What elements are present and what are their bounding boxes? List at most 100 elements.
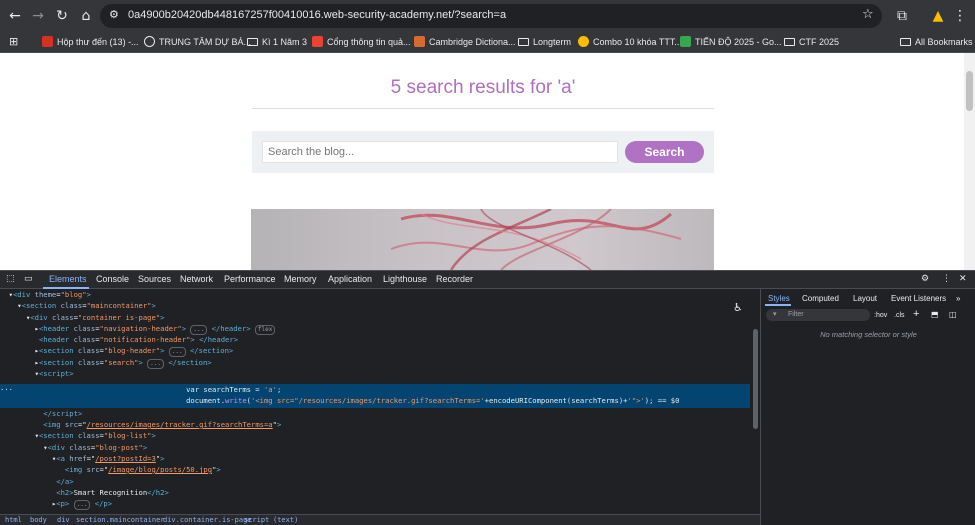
crumb-body[interactable]: body [30,516,47,524]
dom-node[interactable]: ▾<section class="maincontainer"> [0,300,750,311]
crumb-div[interactable]: div [57,516,70,524]
tab-console[interactable]: Console [96,274,129,284]
sidebar-toggle-icon[interactable]: ◫ [949,310,957,319]
hov-toggle[interactable]: :hov [874,312,887,319]
new-rule-icon[interactable]: + [913,308,919,320]
sheets-icon [680,36,691,47]
tab-performance[interactable]: Performance [224,274,276,284]
styles-pane: Styles Computed Layout Event Listeners »… [760,289,975,525]
globe-icon [144,36,155,47]
blog-post-image[interactable] [251,209,714,270]
reload-icon[interactable]: ↻ [52,6,72,26]
crumb-html[interactable]: html [5,516,22,524]
dom-node[interactable]: <img src="/resources/images/tracker.gif?… [0,419,750,430]
active-tab-indicator [765,304,791,306]
dom-node[interactable]: ▸<p> ... </p> [0,498,750,510]
dom-node[interactable]: ▾<script> [0,368,750,379]
more-tabs-icon[interactable]: » [956,294,960,303]
bookmark-item[interactable]: Hộp thư đến (13) -... [42,35,139,50]
close-icon[interactable]: ✕ [959,274,967,284]
crumb-text[interactable]: (text) [273,516,298,524]
profile-icon[interactable]: ▲ [928,6,948,26]
gmail-icon [42,36,53,47]
feather-art [390,209,682,270]
page-viewport: 5 search results for 'a' Search [0,53,964,270]
devtools-tabbar: ⬚ ▭ Elements Console Sources Network Per… [0,270,975,289]
settings-icon[interactable]: ⚙ [921,274,929,284]
home-icon[interactable]: ⌂ [76,6,96,26]
folder-icon [784,38,795,46]
filter-icon: ▾ [773,310,777,318]
dom-node[interactable]: ▾<div class="container is-page"> [0,312,750,323]
cambridge-icon [414,36,425,47]
dom-node[interactable]: <header class="notification-header"> </h… [0,334,750,345]
dom-node[interactable]: ▾<div class="blog-post"> [0,442,750,453]
dom-node[interactable]: </script> [0,408,750,419]
tab-memory[interactable]: Memory [284,274,317,284]
tab-recorder[interactable]: Recorder [436,274,473,284]
dom-node-selected[interactable]: document.write('<img src="/resources/ima… [0,395,750,406]
elements-tree: ▾<div theme="blog"> ▾<section class="mai… [0,289,760,514]
bookmark-folder[interactable]: Kì 1 Năm 3 [247,35,307,50]
tab-styles[interactable]: Styles [768,294,790,303]
tab-event-listeners[interactable]: Event Listeners [891,294,946,303]
dom-node-selected[interactable]: ··· var searchTerms = 'a'; [0,384,750,395]
tab-sources[interactable]: Sources [138,274,171,284]
tab-network[interactable]: Network [180,274,213,284]
bookmark-item[interactable]: Combo 10 khóa TTT... [578,35,682,50]
menu-icon[interactable]: ⋮ [950,6,970,26]
bookmark-item[interactable]: TRUNG TÂM DỰ BÁ... [144,35,251,50]
tab-application[interactable]: Application [328,274,372,284]
dom-node[interactable]: ▸<header class="navigation-header"> ... … [0,323,750,335]
url-text: 0a4900b20420db448167257f00410016.web-sec… [128,9,507,21]
bookmark-folder[interactable]: CTF 2025 [784,35,839,50]
tab-lighthouse[interactable]: Lighthouse [383,274,427,284]
crumb-container[interactable]: div.container.is-page [163,516,252,524]
tab-elements[interactable]: Elements [49,274,87,284]
page-scrollbar[interactable] [964,53,975,270]
apps-icon[interactable]: ⊞ [9,34,18,49]
bookmark-folder[interactable]: Longterm [518,35,571,50]
cls-toggle[interactable]: .cls [894,312,905,319]
site-info-icon[interactable]: ⚙ [109,8,119,21]
device-toolbar-icon[interactable]: ▭ [24,274,33,284]
crumb-section[interactable]: section.maincontainer [76,516,165,524]
tab-layout[interactable]: Layout [853,294,877,303]
bookmark-item[interactable]: Cổng thông tin quả... [312,35,411,50]
accessibility-icon[interactable]: ♿ [733,301,743,314]
dom-node[interactable]: ▾<div theme="blog"> [0,289,750,300]
bookmark-item[interactable]: Cambridge Dictiona... [414,35,516,50]
dom-node[interactable]: ▾<a href="/post?postId=3"> [0,453,750,464]
ellipsis-badge[interactable]: ... [73,500,91,510]
address-bar[interactable]: ⚙ 0a4900b20420db448167257f00410016.web-s… [100,4,882,28]
element-state-icon[interactable]: ⬒ [931,310,939,319]
ellipsis-badge[interactable]: ... [168,347,186,357]
crumb-script[interactable]: script [244,516,269,524]
scrollbar-thumb[interactable] [966,71,973,111]
all-bookmarks[interactable]: All Bookmarks [900,35,973,50]
bookmarks-bar: ⊞ Hộp thư đến (13) -... TRUNG TÂM DỰ BÁ.… [0,32,975,53]
dom-node[interactable]: <h2>Smart Recognition</h2> [0,487,750,498]
inspect-icon[interactable]: ⬚ [6,274,15,284]
filter-input[interactable]: ▾ Filter [766,309,870,321]
forward-icon[interactable]: → [28,6,48,26]
dom-node[interactable]: ▸<section class="blog-header"> ... </sec… [0,345,750,357]
search-input[interactable] [262,141,618,163]
search-button[interactable]: Search [625,141,704,163]
dom-node[interactable]: ▾<section class="blog-list"> [0,430,750,441]
scrollbar-thumb[interactable] [753,329,758,429]
tab-computed[interactable]: Computed [802,294,839,303]
dom-node[interactable]: </a> [0,476,750,487]
back-icon[interactable]: ← [5,6,25,26]
bookmark-item[interactable]: TIẾN ĐỘ 2025 - Go... [680,35,782,50]
dom-node[interactable]: ▸<section class="search"> ... </section> [0,357,750,369]
browser-toolbar: ← → ↻ ⌂ ⚙ 0a4900b20420db448167257f004100… [0,0,975,32]
more-options-icon[interactable]: ⋮ [942,274,951,284]
divider [252,108,714,109]
site-icon [312,36,323,47]
no-match-message: No matching selector or style [820,330,917,339]
dom-node[interactable]: <img src="/image/blog/posts/50.jpg"> [0,464,750,475]
extensions-icon[interactable]: ⧉ [892,6,912,26]
bookmark-star-icon[interactable]: ☆ [862,7,874,22]
elements-scrollbar[interactable] [751,289,760,514]
